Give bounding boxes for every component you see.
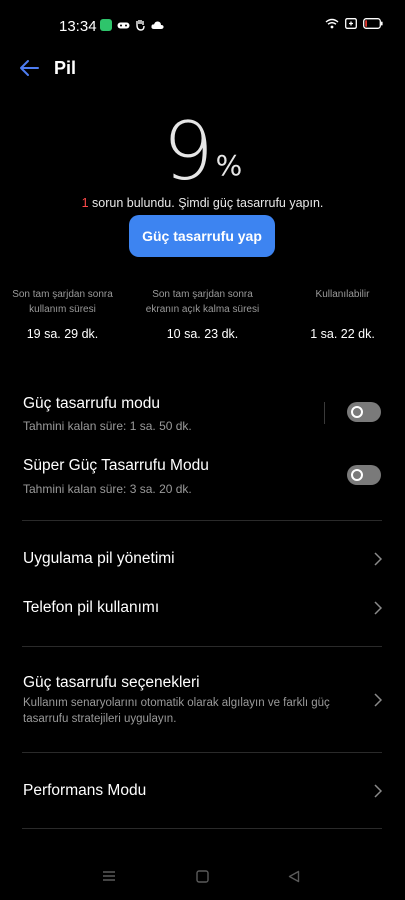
home-square-icon[interactable] (196, 870, 209, 883)
stat-label (285, 302, 400, 317)
percent-sign: % (215, 149, 243, 182)
power-save-button[interactable]: Güç tasarrufu yap (129, 215, 275, 257)
divider (22, 646, 382, 647)
menu-icon[interactable] (102, 870, 116, 882)
chevron-right-icon (374, 552, 383, 566)
battery-percent: 9 (162, 105, 214, 198)
row-subtitle: Tahmini kalan süre: 3 sa. 20 dk. (23, 482, 192, 496)
row-title: Güç tasarrufu seçenekleri (23, 674, 200, 691)
stat-label: kullanım süresi (29, 304, 96, 315)
status-right-icons (325, 18, 383, 29)
cloud-icon (151, 21, 164, 29)
row-subtitle: Tahmini kalan süre: 1 sa. 50 dk. (23, 419, 192, 433)
issue-message: sorun bulundu. Şimdi güç tasarrufu yapın… (88, 196, 324, 210)
screen-on-time-stat: Son tam şarjdan sonra ekranın açık kalma… (130, 287, 275, 341)
remaining-time-stat: Kullanılabilir 1 sa. 22 dk. (285, 287, 400, 341)
notification-icons (100, 19, 164, 31)
hand-icon (136, 20, 145, 31)
divider (22, 520, 382, 521)
chevron-right-icon (374, 784, 383, 798)
stat-label: Son tam şarjdan sonra (152, 289, 253, 300)
row-title: Süper Güç Tasarrufu Modu (23, 457, 209, 474)
row-title: Güç tasarrufu modu (23, 395, 160, 412)
row-title: Performans Modu (23, 782, 147, 799)
issue-text: 1 sorun bulundu. Şimdi güç tasarrufu yap… (0, 196, 405, 210)
super-power-saving-row[interactable]: Süper Güç Tasarrufu Modu Tahmini kalan s… (0, 450, 405, 500)
divider (324, 402, 325, 424)
row-subtitle: Kullanım senaryolarını otomatik olarak a… (23, 697, 330, 709)
battery-percent-display: 9% (0, 105, 405, 198)
back-arrow-icon[interactable] (18, 58, 40, 78)
sim-icon (345, 18, 357, 29)
chat-app-icon (100, 19, 112, 31)
usage-time-stat: Son tam şarjdan sonra kullanım süresi 19… (0, 287, 125, 341)
stat-label: Kullanılabilir (315, 289, 370, 300)
power-saving-toggle[interactable] (347, 402, 381, 422)
row-title: Telefon pil kullanımı (23, 599, 160, 616)
stat-value: 1 sa. 22 dk. (310, 327, 375, 341)
status-time: 13:34 (59, 18, 97, 35)
stat-label: ekranın açık kalma süresi (145, 304, 260, 315)
battery-icon (363, 18, 383, 29)
power-saving-mode-row[interactable]: Güç tasarrufu modu Tahmini kalan süre: 1… (0, 388, 405, 438)
divider (22, 752, 382, 753)
stat-label: Son tam şarjdan sonra (12, 289, 113, 300)
chevron-right-icon (374, 601, 383, 615)
divider (22, 828, 382, 829)
page-title: Pil (54, 58, 77, 78)
app-battery-management-row[interactable]: Uygulama pil yönetimi (0, 540, 405, 578)
back-triangle-icon[interactable] (288, 870, 300, 883)
performance-mode-row[interactable]: Performans Modu (0, 772, 405, 810)
phone-battery-usage-row[interactable]: Telefon pil kullanımı (0, 589, 405, 627)
stat-value: 10 sa. 23 dk. (166, 327, 239, 341)
stat-value: 19 sa. 29 dk. (26, 327, 99, 341)
row-title: Uygulama pil yönetimi (23, 550, 175, 567)
power-saving-options-row[interactable]: Güç tasarrufu seçenekleri Kullanım senar… (0, 666, 405, 732)
game-controller-icon (117, 22, 130, 28)
row-subtitle: tasarrufu stratejileri uygulayın. (23, 713, 177, 725)
chevron-right-icon (374, 693, 383, 707)
issue-count: 1 (81, 196, 89, 210)
super-power-saving-toggle[interactable] (347, 465, 381, 485)
wifi-icon (325, 18, 339, 29)
